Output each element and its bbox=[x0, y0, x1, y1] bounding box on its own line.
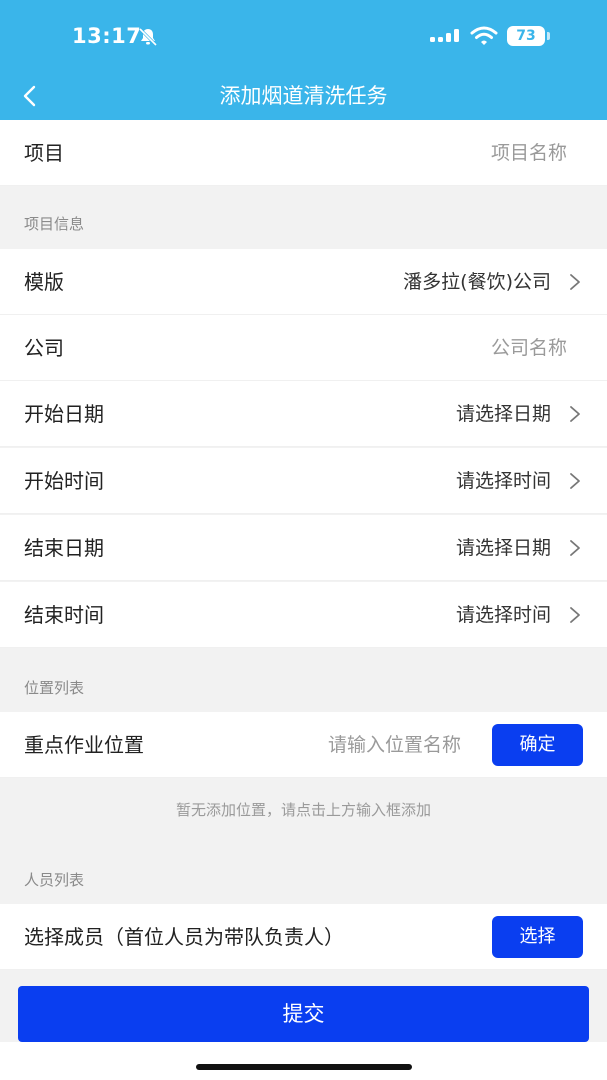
chevron-right-icon bbox=[570, 406, 580, 422]
project-name-field[interactable]: 项目 项目名称 bbox=[0, 120, 607, 186]
section-member-list: 人员列表 bbox=[24, 871, 85, 889]
confirm-button[interactable]: 确定 bbox=[492, 724, 583, 766]
company-name-input[interactable]: 公司名称 bbox=[491, 315, 567, 381]
section-location-list: 位置列表 bbox=[24, 679, 85, 697]
submit-button[interactable]: 提交 bbox=[18, 986, 589, 1042]
end-time-value: 请选择时间 bbox=[455, 604, 551, 626]
signal-icon bbox=[430, 29, 459, 42]
start-time-row[interactable]: 开始时间 请选择时间 bbox=[0, 448, 607, 514]
page-title: 添加烟道清洗任务 bbox=[219, 84, 388, 108]
bottom-safe-area bbox=[0, 1042, 607, 1080]
start-time-label: 开始时间 bbox=[24, 469, 104, 493]
battery-tip bbox=[547, 32, 550, 40]
end-time-label: 结束时间 bbox=[24, 603, 104, 627]
app-header: 13:17 73 添加烟道清洗任务 bbox=[0, 0, 607, 120]
location-label: 重点作业位置 bbox=[24, 733, 144, 757]
battery-indicator: 73 bbox=[507, 26, 545, 46]
location-name-input[interactable]: 请输入位置名称 bbox=[328, 712, 461, 778]
nav-bar: 添加烟道清洗任务 bbox=[0, 72, 607, 120]
start-date-label: 开始日期 bbox=[24, 402, 104, 426]
location-row: 重点作业位置 请输入位置名称 确定 bbox=[0, 712, 607, 778]
chevron-right-icon bbox=[570, 274, 580, 290]
member-label: 选择成员（首位人员为带队负责人） bbox=[24, 925, 344, 949]
member-row: 选择成员（首位人员为带队负责人） 选择 bbox=[0, 904, 607, 970]
template-row[interactable]: 模版 潘多拉(餐饮)公司 bbox=[0, 249, 607, 315]
start-date-value: 请选择日期 bbox=[455, 403, 551, 425]
wifi-icon bbox=[470, 26, 498, 45]
start-time-value: 请选择时间 bbox=[455, 470, 551, 492]
home-indicator[interactable] bbox=[196, 1064, 412, 1070]
location-empty-hint: 暂无添加位置，请点击上方输入框添加 bbox=[175, 801, 431, 819]
chevron-right-icon bbox=[570, 473, 580, 489]
bell-muted-icon bbox=[138, 27, 158, 47]
template-label: 模版 bbox=[24, 270, 64, 294]
end-date-row[interactable]: 结束日期 请选择日期 bbox=[0, 515, 607, 581]
select-member-button[interactable]: 选择 bbox=[492, 916, 583, 958]
chevron-right-icon bbox=[570, 607, 580, 623]
template-value: 潘多拉(餐饮)公司 bbox=[403, 271, 551, 293]
chevron-right-icon bbox=[570, 540, 580, 556]
project-name-input[interactable]: 项目名称 bbox=[491, 120, 567, 186]
status-time: 13:17 bbox=[72, 24, 142, 48]
end-date-label: 结束日期 bbox=[24, 536, 104, 560]
end-time-row[interactable]: 结束时间 请选择时间 bbox=[0, 582, 607, 648]
company-label: 公司 bbox=[24, 336, 64, 360]
end-date-value: 请选择日期 bbox=[455, 537, 551, 559]
project-label: 项目 bbox=[24, 141, 64, 165]
section-project-info: 项目信息 bbox=[24, 215, 85, 233]
start-date-row[interactable]: 开始日期 请选择日期 bbox=[0, 381, 607, 447]
status-bar: 13:17 73 bbox=[0, 0, 607, 72]
company-row[interactable]: 公司 公司名称 bbox=[0, 315, 607, 381]
